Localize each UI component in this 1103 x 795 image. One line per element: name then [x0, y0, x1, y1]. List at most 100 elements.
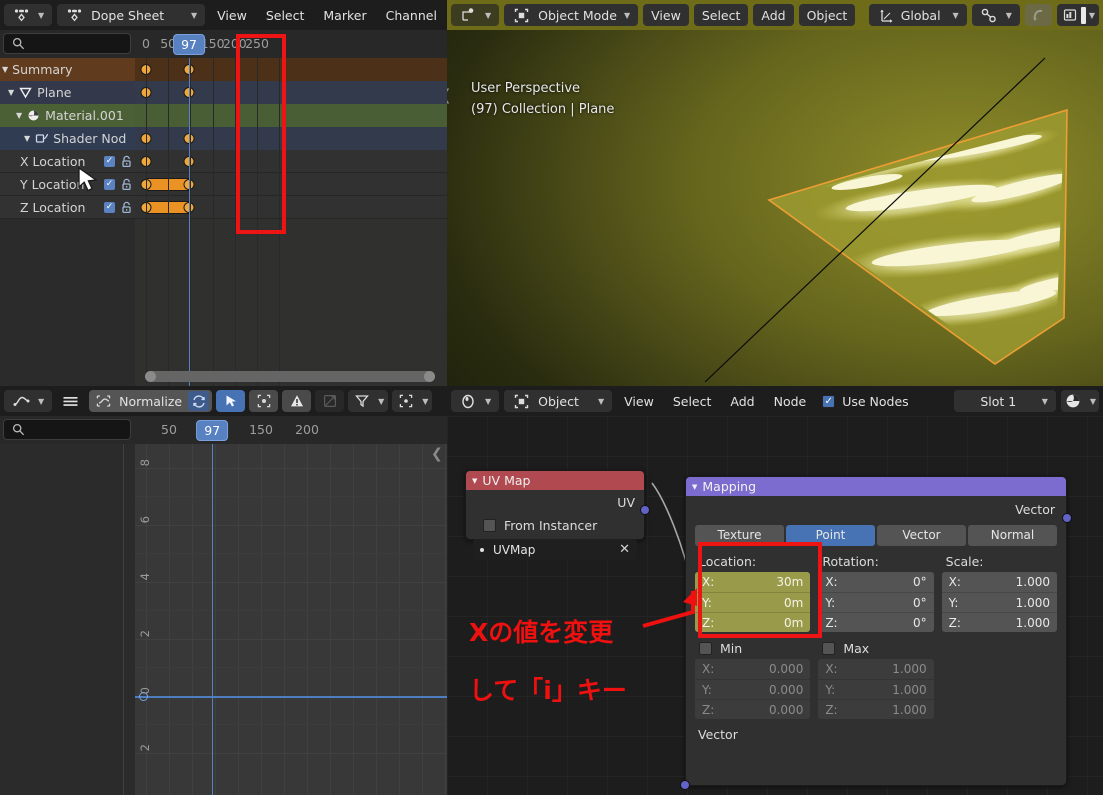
menu-marker[interactable]: Marker: [316, 4, 373, 26]
channel-enable-checkbox[interactable]: ✓: [104, 178, 115, 190]
dope-sheet-timeline-ruler[interactable]: 0 50 150 200 250 97: [135, 30, 447, 58]
location-z-field[interactable]: Z: 0m: [695, 612, 811, 632]
tab-vector[interactable]: Vector: [877, 525, 966, 546]
ghost-curves-toggle[interactable]: [315, 390, 345, 412]
shader-context-dropdown[interactable]: Object ▼: [504, 390, 613, 412]
rotation-y-field[interactable]: Y: 0°: [818, 592, 934, 612]
keyframe-grid[interactable]: [135, 58, 447, 386]
slot-dropdown[interactable]: Slot 1 ▼: [953, 390, 1056, 412]
sidebar-toggle-arrow-icon[interactable]: ❮: [447, 86, 452, 104]
material-selector[interactable]: ▼: [1060, 390, 1099, 412]
shader-menu-node[interactable]: Node: [767, 390, 814, 412]
uv-map-node[interactable]: ▼ UV Map UV From Instancer UVMap ✕: [465, 470, 650, 560]
rotation-z-field[interactable]: Z: 0°: [818, 612, 934, 632]
min-z-field[interactable]: Z: 0.000: [695, 699, 811, 719]
normalize-toggle[interactable]: Normalize: [89, 390, 213, 412]
channel-row-z-location[interactable]: Z Location ✓: [0, 196, 135, 219]
only-selected-toggle[interactable]: [249, 390, 279, 412]
keyframe-row[interactable]: [135, 81, 447, 104]
keyframe-row[interactable]: [135, 150, 447, 173]
x-icon[interactable]: ✕: [619, 542, 630, 557]
editor-type-button[interactable]: ▼: [4, 390, 53, 412]
tab-normal[interactable]: Normal: [968, 525, 1057, 546]
unlock-icon[interactable]: [119, 198, 135, 217]
channel-row-x-location[interactable]: X Location ✓: [0, 150, 135, 173]
expand-triangle-icon[interactable]: ▼: [24, 134, 30, 143]
channel-row-plane[interactable]: ▼ Plane: [0, 81, 135, 104]
min-checkbox[interactable]: [699, 642, 712, 655]
channel-row-shader-nod[interactable]: ▼ Shader Nod: [0, 127, 135, 150]
from-instancer-checkbox[interactable]: [483, 519, 496, 532]
editor-type-button[interactable]: ▼: [451, 390, 500, 412]
playhead-line[interactable]: [189, 58, 191, 386]
graph-channel-list[interactable]: [0, 444, 135, 795]
uv-output-socket[interactable]: [640, 505, 650, 515]
node-canvas[interactable]: ▼ UV Map UV From Instancer UVMap ✕ ▼ Map…: [447, 416, 1103, 795]
channel-enable-checkbox[interactable]: ✓: [104, 155, 115, 167]
unlock-icon[interactable]: [119, 175, 135, 194]
viewport-menu-view[interactable]: View: [643, 4, 689, 26]
viewport-menu-select[interactable]: Select: [693, 4, 749, 26]
menu-channel[interactable]: Channel: [379, 4, 444, 26]
transform-orientation-dropdown[interactable]: Global ▼: [868, 4, 967, 26]
keyframe-row[interactable]: [135, 173, 447, 196]
snapping-button[interactable]: ▼: [971, 4, 1020, 26]
min-x-field[interactable]: X: 0.000: [695, 659, 811, 679]
mapping-node-header[interactable]: ▼ Mapping: [686, 477, 1066, 496]
expand-triangle-icon[interactable]: ▼: [8, 88, 14, 97]
shader-menu-add[interactable]: Add: [723, 390, 761, 412]
collapse-triangle-icon[interactable]: ▼: [692, 483, 697, 491]
scale-z-field[interactable]: Z: 1.000: [941, 612, 1057, 632]
expand-triangle-icon[interactable]: ▼: [2, 65, 8, 74]
dope-sheet-hscrollbar[interactable]: [137, 370, 443, 383]
uvmap-selector[interactable]: UVMap ✕: [473, 539, 637, 560]
keyframe-row[interactable]: [135, 196, 447, 219]
editor-menu-button[interactable]: [56, 390, 85, 412]
graph-timeline-ruler[interactable]: 50 150 200 97: [135, 416, 447, 444]
location-x-field[interactable]: X: 30m: [695, 572, 811, 592]
max-y-field[interactable]: Y: 1.000: [818, 679, 934, 699]
tab-texture[interactable]: Texture: [695, 525, 784, 546]
editor-type-button[interactable]: ▼: [4, 4, 53, 26]
use-nodes-toggle[interactable]: ✓ Use Nodes: [818, 390, 912, 412]
object-mode-dropdown[interactable]: Object Mode ▼: [504, 4, 639, 26]
refresh-icon[interactable]: [188, 391, 210, 411]
max-z-field[interactable]: Z: 1.000: [818, 699, 934, 719]
playhead-line[interactable]: [212, 444, 214, 795]
viewport-menu-object[interactable]: Object: [798, 4, 856, 26]
filter-button[interactable]: ▼: [348, 390, 389, 412]
channel-row-summary[interactable]: ▼ Summary: [0, 58, 135, 81]
pivot-dropdown[interactable]: ▼: [392, 390, 433, 412]
current-frame-indicator[interactable]: 97: [173, 34, 206, 55]
current-frame-indicator[interactable]: 97: [196, 420, 229, 441]
keyframe-row[interactable]: [135, 127, 447, 150]
scale-x-field[interactable]: X: 1.000: [941, 572, 1057, 592]
show-errors-toggle[interactable]: [282, 390, 312, 412]
location-y-field[interactable]: Y: 0m: [695, 592, 811, 612]
vector-input-socket[interactable]: [680, 780, 690, 790]
vector-output-socket[interactable]: [1062, 513, 1072, 523]
channel-row-y-location[interactable]: Y Location ✓: [0, 173, 135, 196]
max-checkbox[interactable]: [822, 642, 836, 655]
graph-channel-search-input[interactable]: [3, 419, 131, 440]
viewport-menu-add[interactable]: Add: [753, 4, 794, 26]
proportional-edit-toggle[interactable]: [1024, 4, 1052, 26]
cursor-select-toggle[interactable]: [216, 390, 246, 412]
collapse-triangle-icon[interactable]: ▼: [472, 477, 477, 485]
channel-row-material-001[interactable]: ▼ Material.001: [0, 104, 135, 127]
keyframe-row[interactable]: [135, 104, 447, 127]
dope-sheet-mode-dropdown[interactable]: Dope Sheet ▼: [57, 4, 206, 26]
rotation-x-field[interactable]: X: 0°: [818, 572, 934, 592]
expand-triangle-icon[interactable]: ▼: [16, 111, 22, 120]
value-zero-handle[interactable]: [139, 692, 148, 701]
mapping-node[interactable]: ▼ Mapping Vector Texture Point Vector No…: [680, 476, 1072, 790]
shading-mode-group[interactable]: ▼: [1056, 4, 1099, 26]
viewport-canvas[interactable]: User Perspective (97) Collection | Plane…: [447, 30, 1103, 386]
tab-point[interactable]: Point: [786, 525, 875, 546]
shader-menu-select[interactable]: Select: [666, 390, 719, 412]
menu-select[interactable]: Select: [259, 4, 312, 26]
graph-sidebar-toggle-arrow-icon[interactable]: ❮: [431, 446, 443, 462]
scale-y-field[interactable]: Y: 1.000: [941, 592, 1057, 612]
channel-enable-checkbox[interactable]: ✓: [104, 201, 115, 213]
menu-view[interactable]: View: [210, 4, 254, 26]
